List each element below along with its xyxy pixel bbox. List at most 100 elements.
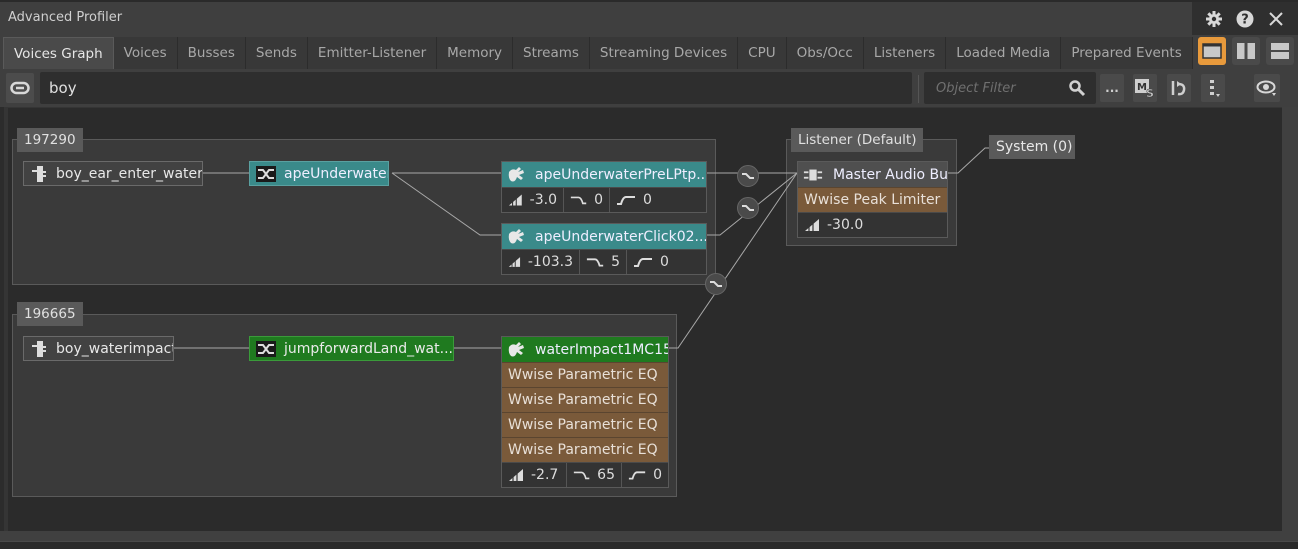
voice-header[interactable]: waterImpact1MC15 (502, 337, 668, 362)
volume-icon (805, 219, 819, 231)
right-border (1282, 107, 1298, 531)
toolbar-separator (918, 75, 919, 103)
object-filter-placeholder: Object Filter (936, 80, 1016, 96)
send-mute-toggle[interactable] (737, 165, 759, 187)
tab-listeners[interactable]: Listeners (863, 37, 947, 69)
voice-label: apeUnderwaterPreLPtp... (535, 166, 706, 183)
tab-bar: Voices Graph Voices Busses Sends Emitter… (0, 35, 1298, 69)
gear-icon[interactable] (1203, 8, 1225, 30)
search-icon[interactable] (1068, 79, 1086, 101)
more-options-button[interactable]: ... (1100, 74, 1124, 102)
send-mute-toggle[interactable] (737, 197, 759, 219)
tab-prepared-events[interactable]: Prepared Events (1061, 37, 1193, 69)
voice-node[interactable]: apeUnderwaterClick02... -103.3 5 0 (501, 223, 707, 275)
help-icon[interactable]: ? (1234, 8, 1256, 30)
window-controls: ? (1192, 2, 1298, 35)
lowpass-icon (573, 471, 590, 480)
game-object-label: 196665 (17, 302, 83, 326)
listener-label: Listener (Default) (791, 128, 924, 152)
volume-icon (509, 469, 523, 481)
container-node[interactable]: apeUnderwater (249, 161, 389, 186)
split-horizontal-button[interactable] (1266, 37, 1294, 65)
wave-icon (710, 281, 722, 287)
emitter-label: boy_waterimpact (56, 340, 174, 357)
emitter-node[interactable]: boy_waterimpact (23, 336, 174, 361)
voice-node[interactable]: apeUnderwaterPreLPtp... -3.0 0 0 (501, 161, 707, 213)
svg-text:?: ? (1241, 12, 1249, 27)
tab-sends[interactable]: Sends (245, 37, 308, 69)
volume-stat: -2.7 (502, 463, 567, 487)
voice-header[interactable]: apeUnderwaterClick02... (502, 224, 706, 249)
tab-streams[interactable]: Streams (513, 37, 590, 69)
tabs: Voices Graph Voices Busses Sends Emitter… (3, 37, 1193, 69)
effect-item[interactable]: Wwise Parametric EQ (502, 412, 668, 437)
ms-icon: MS (1135, 79, 1154, 99)
voice-header[interactable]: apeUnderwaterPreLPtp... (502, 162, 706, 187)
volume-stat: -30.0 (798, 213, 947, 237)
container-label: jumpforwardLand_wat... (284, 340, 453, 357)
tab-emitter-listener[interactable]: Emitter-Listener (307, 37, 438, 69)
search-input[interactable]: boy (40, 72, 912, 104)
close-icon[interactable] (1265, 8, 1287, 30)
status-strip (0, 541, 1298, 549)
volume-stat: -103.3 (502, 250, 580, 274)
single-pane-icon (1202, 43, 1222, 59)
bus-node[interactable]: Master Audio Bus Wwise Peak Limiter -30.… (797, 161, 948, 238)
capture-toggle-button[interactable]: MS (1133, 74, 1157, 102)
sound-icon (507, 228, 525, 246)
send-mute-toggle[interactable] (705, 273, 727, 295)
effect-item[interactable]: Wwise Parametric EQ (502, 362, 668, 387)
bus-header[interactable]: Master Audio Bus (798, 162, 947, 187)
split-vertical-button[interactable] (1232, 37, 1260, 65)
emitter-label: boy_ear_enter_water (56, 165, 203, 182)
split-vertical-icon (1237, 43, 1255, 59)
lpf-stat: 65 (567, 463, 622, 487)
tab-obs-occ[interactable]: Obs/Occ (786, 37, 864, 69)
tab-memory[interactable]: Memory (437, 37, 514, 69)
volume-stat: -3.0 (502, 188, 564, 212)
sound-icon (507, 341, 525, 359)
sound-icon (507, 166, 525, 184)
tab-busses[interactable]: Busses (177, 37, 246, 69)
output-device-node[interactable]: System (0) (989, 135, 1075, 159)
volume-icon (508, 257, 521, 267)
visibility-button[interactable] (1254, 74, 1280, 102)
layout-buttons (1198, 37, 1294, 65)
tab-voices[interactable]: Voices (113, 37, 178, 69)
voice-stats: -2.7 65 0 (502, 462, 668, 487)
hpf-stat: 0 (627, 250, 706, 274)
voice-node[interactable]: waterImpact1MC15 Wwise Parametric EQ Wwi… (501, 336, 669, 488)
sync-icon (1171, 81, 1186, 96)
highpass-icon (617, 196, 635, 205)
highpass-icon (628, 471, 646, 480)
bottom-border (0, 531, 1298, 541)
lpf-stat: 0 (564, 188, 610, 212)
effect-item[interactable]: Wwise Parametric EQ (502, 437, 668, 462)
switch-container-icon (256, 340, 276, 357)
tab-streaming-devices[interactable]: Streaming Devices (589, 37, 739, 69)
tab-loaded-media[interactable]: Loaded Media (946, 37, 1062, 69)
single-pane-button[interactable] (1198, 37, 1226, 65)
voice-stats: -3.0 0 0 (502, 187, 706, 212)
container-node[interactable]: jumpforwardLand_wat... (249, 336, 454, 361)
hpf-stat: 0 (610, 188, 706, 212)
bus-stats: -30.0 (798, 212, 947, 237)
wave-icon (742, 173, 754, 179)
tab-cpu[interactable]: CPU (738, 37, 787, 69)
device-label: System (0) (996, 139, 1073, 155)
object-filter-input[interactable]: Object Filter (924, 72, 1096, 104)
title-bar: Advanced Profiler ? (0, 0, 1298, 35)
hpf-stat: 0 (622, 463, 668, 487)
columns-menu-button[interactable] (1201, 74, 1225, 102)
split-horizontal-icon (1271, 43, 1289, 59)
window-title: Advanced Profiler (8, 10, 123, 25)
effect-item[interactable]: Wwise Parametric EQ (502, 387, 668, 412)
emitter-node[interactable]: boy_ear_enter_water (23, 161, 203, 186)
tab-voices-graph[interactable]: Voices Graph (3, 37, 114, 69)
link-button[interactable] (6, 73, 34, 103)
sync-button[interactable] (1167, 74, 1191, 102)
wave-icon (742, 205, 754, 211)
bus-effect-item[interactable]: Wwise Peak Limiter (798, 187, 947, 212)
container-label: apeUnderwater (284, 165, 389, 182)
eye-icon (1256, 80, 1276, 96)
